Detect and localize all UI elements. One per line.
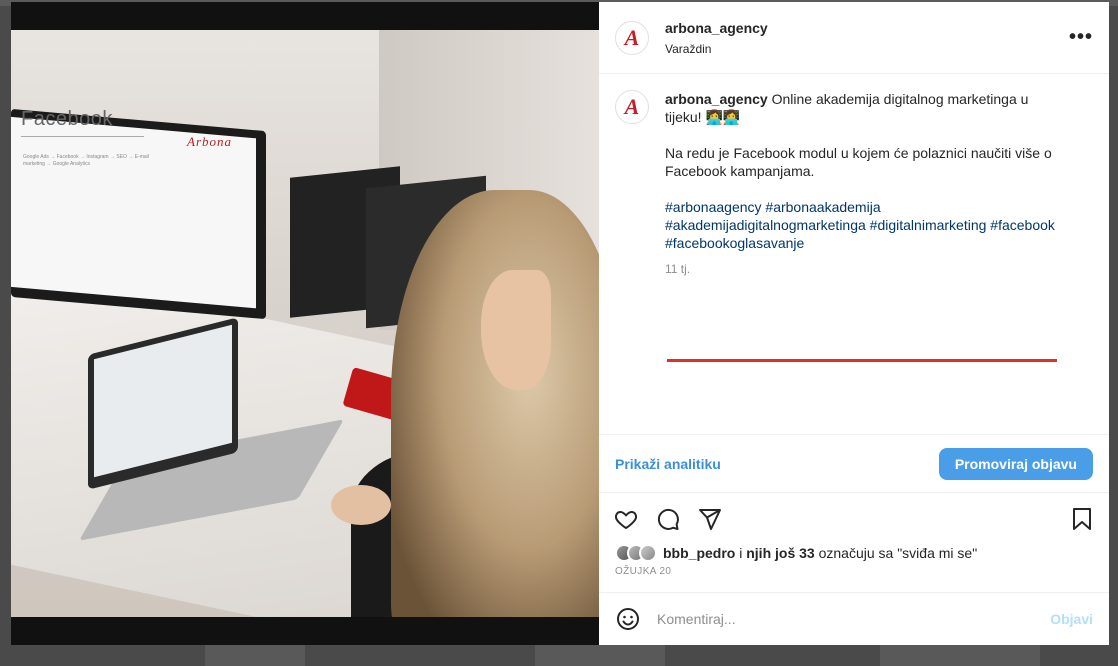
backdrop-tile: [535, 645, 665, 666]
photo-screen-subtitle: Google Ads → Facebook → Instagram → SEO …: [23, 154, 149, 167]
caption-paragraph: Na redu je Facebook modul u kojem će pol…: [665, 145, 1052, 179]
post-modal: Facebook Google Ads → Facebook → Instagr…: [11, 2, 1109, 645]
comment-input[interactable]: [657, 611, 1051, 627]
caption-hashtags[interactable]: #arbonaagency #arbonaakademija #akademij…: [665, 198, 1055, 252]
bookmark-icon[interactable]: [1069, 506, 1095, 532]
post-photo-pane: Facebook Google Ads → Facebook → Instagr…: [11, 2, 599, 645]
caption-username[interactable]: arbona_agency: [665, 91, 768, 107]
liker-username[interactable]: bbb_pedro: [663, 545, 735, 561]
caption-row: A arbona_agency Online akademija digital…: [615, 90, 1093, 278]
photo-laptop-display: [94, 324, 232, 478]
caption-avatar[interactable]: A: [615, 90, 649, 124]
action-bar: [599, 492, 1109, 544]
photo-person-hair: [391, 190, 599, 617]
backdrop-tile: [880, 645, 1040, 666]
post-photo[interactable]: Facebook Google Ads → Facebook → Instagr…: [11, 30, 599, 617]
photo-person-face: [481, 270, 551, 390]
post-header: A arbona_agency Varaždin •••: [599, 2, 1109, 74]
caption-line: arbona_agency Online akademija digitalno…: [665, 90, 1055, 126]
comment-icon[interactable]: [655, 506, 681, 532]
view-insights-link[interactable]: Prikaži analitiku: [615, 456, 721, 472]
comments-area: A arbona_agency Online akademija digital…: [599, 74, 1109, 434]
likes-connector: i: [735, 545, 747, 561]
photo-person-hand: [331, 485, 391, 525]
likes-others-link[interactable]: njih još 33: [746, 545, 814, 561]
share-icon[interactable]: [697, 506, 723, 532]
promo-bar: Prikaži analitiku Promoviraj objavu: [599, 434, 1109, 492]
post-date[interactable]: OŽUJKA 20: [615, 566, 1093, 577]
caption-timestamp[interactable]: 11 tj.: [665, 260, 1055, 278]
comment-box: Objavi: [599, 592, 1109, 645]
post-comment-button[interactable]: Objavi: [1050, 611, 1093, 627]
backdrop-tile: [205, 645, 305, 666]
emoji-icon[interactable]: [615, 606, 641, 632]
liker-avatar: [639, 544, 657, 562]
post-sidebar: A arbona_agency Varaždin ••• A arbona_ag…: [599, 2, 1109, 645]
more-options-button[interactable]: •••: [1069, 26, 1093, 49]
caption-body: arbona_agency Online akademija digitalno…: [665, 90, 1055, 278]
annotation-underline: [667, 359, 1057, 362]
liker-avatars[interactable]: [615, 544, 657, 562]
photo-screen-title: Facebook: [21, 108, 113, 130]
header-text: arbona_agency Varaždin: [665, 20, 1069, 56]
likes-suffix: označuju sa "sviđa mi se": [814, 545, 978, 561]
likes-section: bbb_pedro i njih još 33 označuju sa "svi…: [599, 544, 1109, 592]
avatar[interactable]: A: [615, 20, 649, 55]
photo-screen-logo: Arbona: [187, 134, 232, 149]
photo-screen-divider: [21, 136, 144, 137]
promote-post-button[interactable]: Promoviraj objavu: [938, 447, 1093, 480]
location-link[interactable]: Varaždin: [665, 42, 1069, 56]
heart-icon[interactable]: [613, 506, 639, 532]
likes-summary: bbb_pedro i njih još 33 označuju sa "svi…: [615, 544, 1093, 562]
username-link[interactable]: arbona_agency: [665, 20, 1069, 36]
